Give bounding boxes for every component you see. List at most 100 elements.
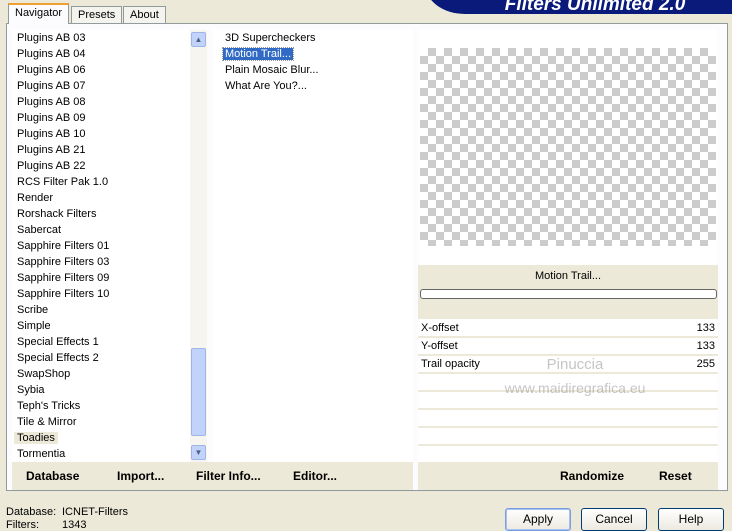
category-label: Tile & Mirror [17,416,77,428]
category-item[interactable]: Plugins AB 09 [12,110,190,126]
status-database-value: ICNET-Filters [62,506,128,518]
category-label: Plugins AB 10 [17,128,86,140]
scroll-down-icon[interactable]: ▼ [191,445,206,460]
category-label: RCS Filter Pak 1.0 [17,176,109,188]
filter-info-button[interactable]: Filter Info... [196,462,261,490]
category-item[interactable]: Sapphire Filters 01 [12,238,190,254]
watermark-url: www.maidiregrafica.eu [504,380,646,396]
category-label: Plugins AB 04 [17,48,86,60]
category-label: Plugins AB 03 [17,32,86,44]
preview-toolbar: Randomize Reset [418,462,718,490]
category-scrollbar[interactable]: ▲ ▼ [190,30,207,462]
category-item[interactable]: Sapphire Filters 09 [12,270,190,286]
apply-button[interactable]: Apply [505,508,571,531]
category-label: Plugins AB 22 [17,160,86,172]
reset-button[interactable]: Reset [659,462,692,490]
cancel-button[interactable]: Cancel [581,508,647,531]
category-label: SwapShop [17,368,71,380]
status-filters: Filters: 1343 [6,519,86,531]
status-filters-value: 1343 [62,519,87,531]
category-label: Sapphire Filters 01 [17,240,110,252]
category-label: Sapphire Filters 09 [17,272,110,284]
category-list[interactable]: Plugins AB 03 Plugins AB 04 Plugins AB 06 P… [12,30,190,462]
param-label: Y-offset [421,340,458,352]
category-label: Sybia [17,384,45,396]
param-row-empty [418,428,718,446]
category-item[interactable]: Plugins AB 10 [12,126,190,142]
filter-list[interactable]: 3D Supercheckers Motion Trail... Plain Mos… [213,30,413,462]
category-item[interactable]: Plugins AB 03 [12,30,190,46]
category-label: Toadies [14,432,58,444]
category-item[interactable]: Plugins AB 06 [12,62,190,78]
category-label: Teph's Tricks [17,400,81,412]
param-value[interactable]: 133 [697,338,715,354]
filter-label: Motion Trail... [221,47,295,61]
category-item[interactable]: Sapphire Filters 03 [12,254,190,270]
filter-item[interactable]: What Are You?... [213,78,413,94]
database-button[interactable]: Database [26,462,79,490]
category-label: Sapphire Filters 10 [17,288,110,300]
category-item[interactable]: RCS Filter Pak 1.0 [12,174,190,190]
category-label: Special Effects 1 [17,336,99,348]
category-label: Rorshack Filters [17,208,97,220]
filter-item[interactable]: 3D Supercheckers [213,30,413,46]
category-item[interactable]: Special Effects 2 [12,350,190,366]
category-item[interactable]: Plugins AB 07 [12,78,190,94]
param-label: X-offset [421,322,459,334]
filter-label: 3D Supercheckers [225,32,316,44]
category-item[interactable]: Plugins AB 04 [12,46,190,62]
param-value[interactable]: 133 [697,320,715,336]
category-item[interactable]: Toadies [12,430,190,446]
param-row[interactable]: Y-offset 133 [418,338,718,356]
progress-bar [420,289,717,299]
category-label: Render [17,192,54,204]
tab-navigator[interactable]: Navigator [8,3,70,24]
filter-item[interactable]: Plain Mosaic Blur... [213,62,413,78]
filter-item[interactable]: Motion Trail... [213,46,413,62]
category-label: Scribe [17,304,49,316]
app-banner: Filters Unlimited 2.0 [425,0,732,15]
category-item[interactable]: Simple [12,318,190,334]
randomize-button[interactable]: Randomize [560,462,624,490]
status-database-label: Database: [6,506,57,518]
category-label: Plugins AB 21 [17,144,86,156]
category-item[interactable]: Sabercat [12,222,190,238]
import-button[interactable]: Import... [117,462,164,490]
category-item[interactable]: Sapphire Filters 10 [12,286,190,302]
category-label: Tormentia [17,448,66,460]
editor-button[interactable]: Editor... [293,462,337,490]
filter-label: What Are You?... [225,80,307,92]
category-item[interactable]: Tile & Mirror [12,414,190,430]
watermark-name: Pinuccia [546,356,604,373]
category-label: Simple [17,320,51,332]
param-row[interactable]: X-offset 133 [418,320,718,338]
category-item[interactable]: Sybia [12,382,190,398]
tab-about[interactable]: About [123,6,166,24]
tab-presets[interactable]: Presets [71,6,123,24]
category-item[interactable]: SwapShop [12,366,190,382]
category-label: Plugins AB 06 [17,64,86,76]
category-item[interactable]: Teph's Tricks [12,398,190,414]
scroll-up-icon[interactable]: ▲ [191,32,206,47]
param-value[interactable]: 255 [697,356,715,372]
category-item[interactable]: Plugins AB 08 [12,94,190,110]
category-item[interactable]: Special Effects 1 [12,334,190,350]
category-item[interactable]: Rorshack Filters [12,206,190,222]
param-row-empty [418,410,718,428]
filter-label: Plain Mosaic Blur... [225,64,319,76]
preview-image [420,48,716,246]
category-item[interactable]: Plugins AB 21 [12,142,190,158]
filter-name: Motion Trail... [534,270,602,282]
category-item[interactable]: Scribe [12,302,190,318]
status-filters-label: Filters: [6,519,39,531]
help-button[interactable]: Help [658,508,724,531]
category-label: Plugins AB 09 [17,112,86,124]
scroll-thumb[interactable] [191,348,206,436]
category-item[interactable]: Render [12,190,190,206]
category-item[interactable]: Tormentia [12,446,190,462]
category-label: Plugins AB 07 [17,80,86,92]
navigator-toolbar: Database Import... Filter Info... Editor… [12,462,413,490]
category-label: Sabercat [17,224,62,236]
category-item[interactable]: Plugins AB 22 [12,158,190,174]
category-label: Plugins AB 08 [17,96,86,108]
